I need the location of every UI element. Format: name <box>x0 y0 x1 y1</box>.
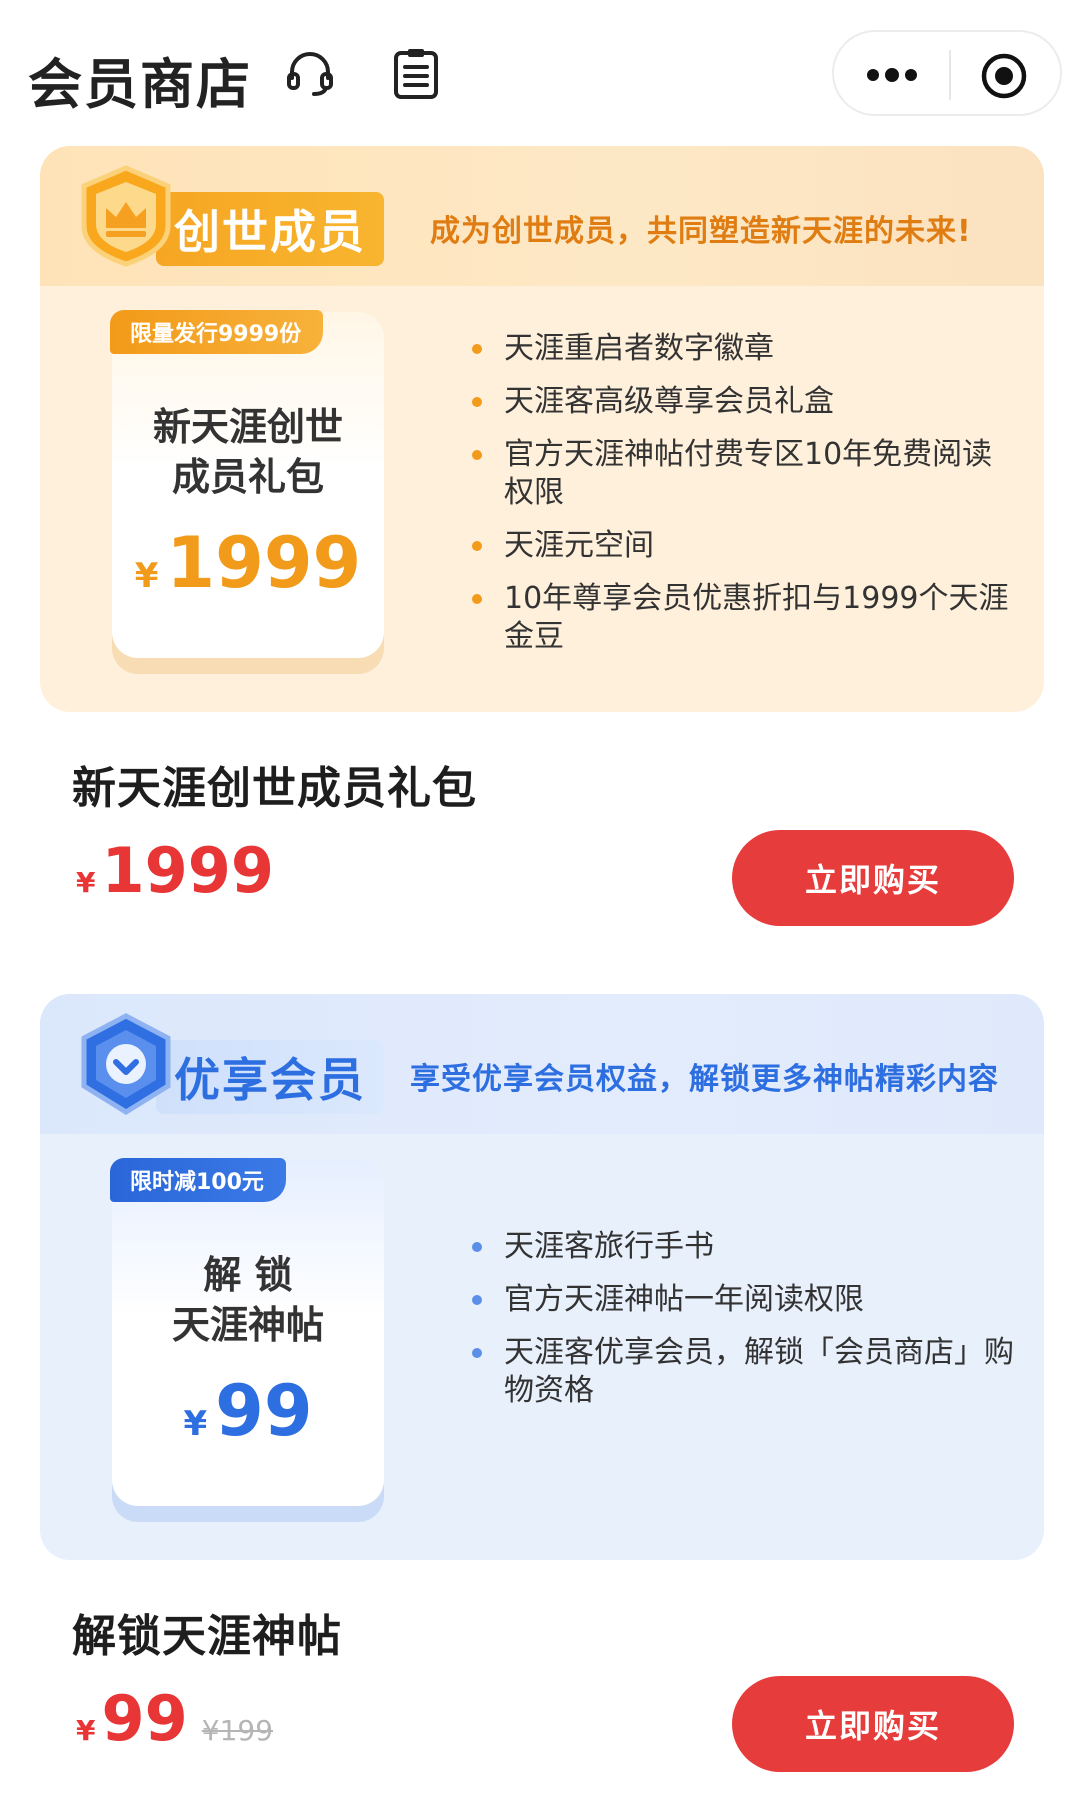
crown-icon <box>76 164 176 268</box>
list-item: 天涯客高级尊享会员礼盒 <box>460 383 1020 421</box>
vip-original-price: ¥199 <box>201 1714 274 1747</box>
list-item: 官方天涯神帖一年阅读权限 <box>460 1281 1020 1319</box>
vip-buy-button[interactable]: 立即购买 <box>732 1676 1014 1772</box>
vip-ticket-name-line1: 解 锁 <box>203 1253 293 1297</box>
headset-icon[interactable] <box>280 44 340 104</box>
vip-product-title: 解锁天涯神帖 <box>72 1611 342 1662</box>
list-item: 天涯客优享会员，解锁「会员商店」购物资格 <box>460 1334 1020 1410</box>
founder-benefit-list: 天涯重启者数字徽章 天涯客高级尊享会员礼盒 官方天涯神帖付费专区10年免费阅读权… <box>460 330 1020 671</box>
document-list-icon[interactable] <box>386 44 446 104</box>
founder-price: ¥1999 <box>76 834 275 907</box>
founder-limited-tag: 限量发行9999份 <box>110 310 324 354</box>
list-item: 天涯元空间 <box>460 527 1020 565</box>
vip-ticket-name-line2: 天涯神帖 <box>171 1303 324 1347</box>
capsule-divider <box>949 50 951 100</box>
more-dots-icon[interactable] <box>862 48 922 102</box>
founder-ticket-name-line1: 新天涯创世 <box>152 405 343 449</box>
mini-program-capsule <box>832 30 1062 116</box>
close-target-icon[interactable] <box>974 46 1034 106</box>
founder-ticket-name-line2: 成员礼包 <box>171 455 324 499</box>
founder-badge-label: 创世成员 <box>156 192 384 266</box>
list-item: 官方天涯神帖付费专区10年免费阅读权限 <box>460 436 1020 512</box>
vip-limited-tag: 限时减100元 <box>110 1158 286 1202</box>
founder-ticket[interactable]: 限量发行9999份 新天涯创世 成员礼包 ¥1999 <box>110 310 384 658</box>
founder-banner: 创世成员 成为创世成员，共同塑造新天涯的未来! 限量发行9999份 新天涯创世 … <box>40 146 1044 712</box>
vip-banner: 优享会员 享受优享会员权益，解锁更多神帖精彩内容 限时减100元 解 锁 天涯神… <box>40 994 1044 1560</box>
vip-badge-label: 优享会员 <box>156 1040 384 1114</box>
founder-product-title: 新天涯创世成员礼包 <box>72 763 477 814</box>
vip-price: ¥99 ¥199 <box>76 1682 274 1755</box>
list-item: 天涯客旅行手书 <box>460 1228 1020 1266</box>
vip-ticket-price: ¥99 <box>183 1370 313 1452</box>
vip-slogan: 享受优享会员权益，解锁更多神帖精彩内容 <box>410 1062 999 1097</box>
vip-benefit-list: 天涯客旅行手书 官方天涯神帖一年阅读权限 天涯客优享会员，解锁「会员商店」购物资… <box>460 1228 1020 1425</box>
founder-slogan: 成为创世成员，共同塑造新天涯的未来! <box>430 214 972 249</box>
top-bar: 会员商店 <box>0 0 1080 148</box>
page-title: 会员商店 <box>28 53 252 116</box>
diamond-icon <box>76 1012 176 1116</box>
list-item: 10年尊享会员优惠折扣与1999个天涯金豆 <box>460 580 1020 656</box>
founder-buy-button[interactable]: 立即购买 <box>732 830 1014 926</box>
list-item: 天涯重启者数字徽章 <box>460 330 1020 368</box>
founder-ticket-price: ¥1999 <box>134 522 362 604</box>
vip-ticket[interactable]: 限时减100元 解 锁 天涯神帖 ¥99 <box>110 1158 384 1506</box>
